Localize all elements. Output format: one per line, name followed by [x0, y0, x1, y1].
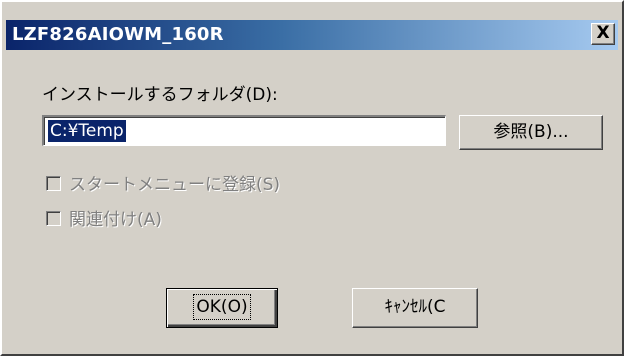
- install-folder-input[interactable]: C:¥Temp: [42, 115, 446, 146]
- window-title: LZF826AIOWM_160R: [12, 24, 224, 45]
- ok-button[interactable]: OK(O): [166, 288, 278, 328]
- start-menu-label: スタートメニューに登録(S): [69, 175, 281, 195]
- browse-button[interactable]: 参照(B)...: [459, 115, 603, 150]
- install-folder-value: C:¥Temp: [48, 120, 126, 142]
- start-menu-checkbox: [46, 176, 61, 191]
- cancel-button[interactable]: ｷｬﾝｾﾙ(C: [352, 288, 478, 328]
- associate-checkbox: [46, 211, 61, 226]
- ok-label: OK(O): [193, 294, 251, 320]
- associate-label: 関連付け(A): [69, 210, 162, 230]
- installer-dialog: LZF826AIOWM_160R X インストールするフォルダ(D): C:¥T…: [0, 0, 624, 356]
- start-menu-option: スタートメニューに登録(S): [46, 170, 280, 195]
- close-icon: X: [596, 23, 610, 43]
- title-bar[interactable]: LZF826AIOWM_160R X: [6, 20, 618, 50]
- install-folder-label: インストールするフォルダ(D):: [42, 85, 278, 105]
- close-button[interactable]: X: [591, 23, 615, 45]
- associate-option: 関連付け(A): [46, 205, 162, 230]
